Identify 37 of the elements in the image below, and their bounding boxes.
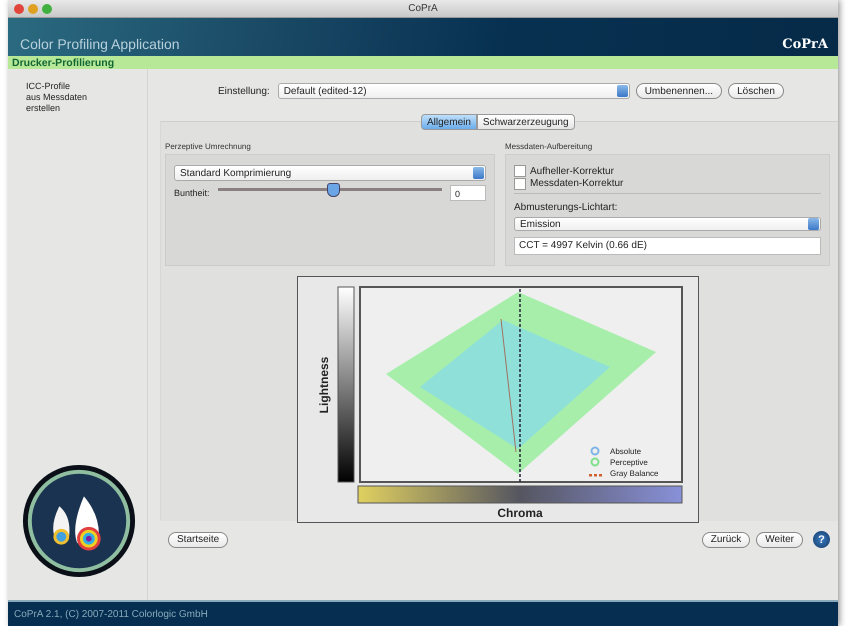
setting-button[interactable]: Löschen (728, 83, 784, 99)
illuminant-dropdown[interactable]: Emission (514, 217, 821, 231)
close-button[interactable] (14, 4, 24, 14)
minimize-button[interactable] (28, 4, 38, 14)
window-title: CoPrA (408, 3, 438, 14)
slider-label: Buntheit: (174, 188, 210, 198)
app-logo: CoPrA (782, 37, 828, 52)
checkbox[interactable] (514, 178, 526, 190)
sidebar-item[interactable]: ICC-Profile aus Messdaten erstellen (26, 81, 88, 114)
checkbox-label: Messdaten-Korrektur (530, 178, 624, 190)
compression-dropdown[interactable]: Standard Komprimierung (174, 165, 486, 181)
y-axis-label: Lightness (317, 356, 331, 414)
setting-dropdown[interactable]: Default (edited-12) (278, 83, 630, 99)
back-button[interactable]: Zurück (702, 532, 750, 548)
tab[interactable]: Schwarzerzeugung (476, 114, 575, 130)
home-button[interactable]: Startseite (168, 532, 228, 548)
value-field[interactable]: 0 (450, 185, 486, 201)
setting-label: Einstellung: (218, 86, 270, 96)
app-title: Color Profiling Application (20, 36, 180, 52)
section-title: Drucker-Profilierung (12, 57, 114, 69)
legend-label: Perceptive (610, 458, 648, 467)
group-title: Messdaten-Aufbereitung (505, 142, 592, 151)
slider-thumb[interactable] (327, 183, 340, 197)
copyright-text: CoPrA 2.1, (C) 2007-2011 Colorlogic GmbH (14, 608, 208, 620)
tab[interactable]: Allgemein (421, 114, 477, 130)
group-title: Perzeptive Umrechnung (165, 142, 251, 151)
legend-label: Gray Balance (610, 469, 658, 478)
next-button[interactable]: Weiter (756, 532, 803, 548)
help-button[interactable]: ? (813, 531, 830, 548)
legend-label: Absolute (610, 447, 642, 456)
zoom-button[interactable] (42, 4, 52, 14)
cct-field: CCT = 4997 Kelvin (0.66 dE) (514, 237, 821, 255)
checkbox-label: Aufheller-Korrektur (530, 166, 614, 177)
setting-button[interactable]: Umbenennen... (636, 83, 722, 99)
x-axis-label: Chroma (497, 506, 543, 520)
illuminant-label: Abmusterungs-Lichtart: (514, 202, 618, 213)
checkbox[interactable] (514, 165, 526, 178)
